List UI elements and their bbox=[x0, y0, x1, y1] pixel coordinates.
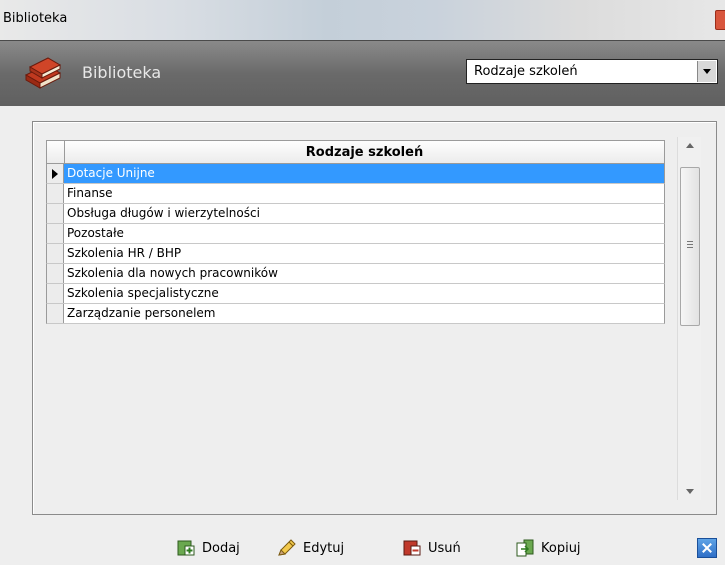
edit-pencil-icon bbox=[278, 539, 296, 556]
table-row[interactable]: Zarządzanie personelem bbox=[46, 304, 665, 324]
vertical-scrollbar[interactable] bbox=[677, 137, 701, 500]
table-cell: Obsługa długów i wierzytelności bbox=[67, 206, 260, 220]
close-button[interactable] bbox=[697, 538, 717, 558]
table-cell: Finanse bbox=[67, 186, 113, 200]
bottom-toolbar: Dodaj Edytuj Usuń Kopiuj bbox=[0, 518, 725, 565]
table-row[interactable]: Finanse bbox=[46, 184, 665, 204]
scroll-up-icon[interactable] bbox=[678, 137, 701, 154]
delete-record-icon bbox=[403, 540, 421, 556]
grid-header: Rodzaje szkoleń bbox=[46, 140, 665, 164]
app-title: Biblioteka bbox=[82, 63, 162, 82]
copy-record-icon bbox=[516, 539, 534, 557]
table-cell: Dotacje Unijne bbox=[67, 166, 155, 180]
row-indicator bbox=[47, 184, 64, 203]
category-select-value: Rodzaje szkoleń bbox=[474, 64, 578, 79]
table-cell: Szkolenia specjalistyczne bbox=[67, 286, 219, 300]
table-cell: Zarządzanie personelem bbox=[67, 306, 216, 320]
training-types-grid: Rodzaje szkoleń Dotacje Unijne Finanse O… bbox=[46, 140, 665, 324]
dropdown-button[interactable] bbox=[697, 61, 716, 82]
edit-button-label: Edytuj bbox=[303, 540, 345, 556]
row-indicator bbox=[47, 264, 64, 283]
scroll-thumb[interactable] bbox=[680, 167, 700, 326]
table-cell: Szkolenia dla nowych pracowników bbox=[67, 266, 278, 280]
grip-icon bbox=[687, 241, 693, 242]
edit-button[interactable]: Edytuj bbox=[277, 537, 344, 559]
library-window: Biblioteka Biblioteka Rodzaje szkoleń Ro… bbox=[0, 0, 725, 565]
delete-button[interactable]: Usuń bbox=[402, 537, 461, 559]
window-title: Biblioteka bbox=[3, 11, 68, 26]
window-titlebar: Biblioteka bbox=[0, 0, 725, 40]
table-cell: Pozostałe bbox=[67, 226, 124, 240]
copy-button-label: Kopiuj bbox=[541, 540, 581, 556]
delete-button-label: Usuń bbox=[428, 540, 461, 556]
category-select[interactable]: Rodzaje szkoleń bbox=[466, 59, 718, 84]
row-indicator bbox=[47, 284, 64, 303]
table-row[interactable]: Dotacje Unijne bbox=[46, 164, 665, 184]
add-record-icon bbox=[177, 540, 195, 556]
row-indicator bbox=[47, 164, 64, 183]
table-row[interactable]: Obsługa długów i wierzytelności bbox=[46, 204, 665, 224]
table-row[interactable]: Szkolenia specjalistyczne bbox=[46, 284, 665, 304]
copy-button[interactable]: Kopiuj bbox=[515, 537, 581, 559]
scroll-down-icon[interactable] bbox=[678, 483, 701, 500]
add-button[interactable]: Dodaj bbox=[176, 537, 240, 559]
table-row[interactable]: Pozostałe bbox=[46, 224, 665, 244]
column-header[interactable]: Rodzaje szkoleń bbox=[65, 145, 664, 160]
row-indicator bbox=[47, 224, 64, 243]
table-cell: Szkolenia HR / BHP bbox=[67, 246, 182, 260]
window-close-icon[interactable] bbox=[715, 10, 725, 30]
row-indicator-header bbox=[47, 141, 65, 163]
books-icon bbox=[24, 57, 62, 89]
row-indicator bbox=[47, 244, 64, 263]
add-button-label: Dodaj bbox=[202, 540, 240, 556]
row-indicator bbox=[47, 304, 64, 323]
header-bar: Biblioteka Rodzaje szkoleń bbox=[0, 40, 725, 107]
current-row-pointer-icon bbox=[52, 169, 58, 179]
table-row[interactable]: Szkolenia dla nowych pracowników bbox=[46, 264, 665, 284]
chevron-down-icon bbox=[703, 69, 711, 74]
row-indicator bbox=[47, 204, 64, 223]
table-row[interactable]: Szkolenia HR / BHP bbox=[46, 244, 665, 264]
